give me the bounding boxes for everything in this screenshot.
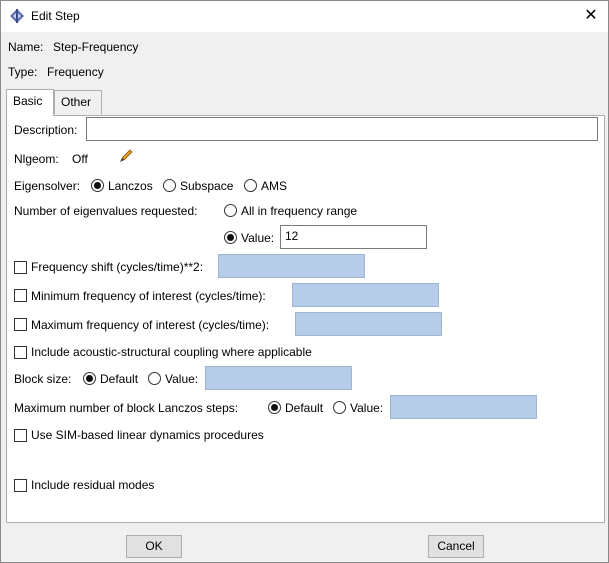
eigensolver-ams-radio[interactable] xyxy=(244,179,257,192)
max-block-steps-value-radio[interactable] xyxy=(333,401,346,414)
description-field[interactable] xyxy=(86,117,598,141)
max-freq-checkbox[interactable] xyxy=(14,318,27,331)
cancel-button[interactable]: Cancel xyxy=(428,535,484,558)
block-size-value-radio[interactable] xyxy=(148,372,161,385)
close-icon: ✕ xyxy=(584,7,598,24)
max-block-steps-field[interactable] xyxy=(390,395,537,419)
block-size-field[interactable] xyxy=(205,366,352,390)
sim-checkbox[interactable] xyxy=(14,429,27,442)
eigensolver-lanczos-radio[interactable] xyxy=(91,179,104,192)
max-block-steps-label: Maximum number of block Lanczos steps: xyxy=(14,401,239,415)
acoustic-coupling-label: Include acoustic-structural coupling whe… xyxy=(31,345,312,359)
max-block-steps-default-label: Default xyxy=(285,401,324,415)
name-label: Name: xyxy=(8,40,44,54)
type-value: Frequency xyxy=(47,65,104,79)
num-eigen-all-label: All in frequency range xyxy=(241,204,358,218)
title-bar: Edit Step ✕ xyxy=(1,1,608,32)
tab-basic-label: Basic xyxy=(13,94,43,108)
nlgeom-value: Off xyxy=(72,152,88,166)
max-freq-label: Maximum frequency of interest (cycles/ti… xyxy=(31,318,270,332)
min-freq-label: Minimum frequency of interest (cycles/ti… xyxy=(31,289,266,303)
residual-modes-checkbox[interactable] xyxy=(14,479,27,492)
eigensolver-subspace-label: Subspace xyxy=(180,179,234,193)
num-eigen-value-field[interactable]: 12 xyxy=(280,225,427,249)
tab-other-label: Other xyxy=(61,95,92,109)
tab-other[interactable]: Other xyxy=(54,90,102,114)
max-block-steps-value-label: Value: xyxy=(350,401,384,415)
window-title: Edit Step xyxy=(31,9,80,23)
close-button[interactable]: ✕ xyxy=(574,1,608,32)
pencil-icon[interactable] xyxy=(119,148,134,163)
min-freq-field[interactable] xyxy=(292,283,439,307)
sim-label: Use SIM-based linear dynamics procedures xyxy=(31,428,264,442)
num-eigen-value-label: Value: xyxy=(241,231,275,245)
max-freq-field[interactable] xyxy=(295,312,442,336)
eigensolver-label: Eigensolver: xyxy=(14,179,81,193)
block-size-label: Block size: xyxy=(14,372,72,386)
description-label: Description: xyxy=(14,123,78,137)
tab-basic[interactable]: Basic xyxy=(6,89,54,116)
eigensolver-lanczos-label: Lanczos xyxy=(108,179,153,193)
freq-shift-label: Frequency shift (cycles/time)**2: xyxy=(31,260,204,274)
block-size-default-radio[interactable] xyxy=(83,372,96,385)
eigensolver-subspace-radio[interactable] xyxy=(163,179,176,192)
type-label: Type: xyxy=(8,65,38,79)
app-icon xyxy=(10,9,24,23)
acoustic-coupling-checkbox[interactable] xyxy=(14,346,27,359)
residual-modes-label: Include residual modes xyxy=(31,478,155,492)
freq-shift-checkbox[interactable] xyxy=(14,261,27,274)
nlgeom-label: Nlgeom: xyxy=(14,152,59,166)
edit-step-dialog: Edit Step ✕ Name: Step-Frequency Type: F… xyxy=(0,0,609,563)
ok-button[interactable]: OK xyxy=(126,535,182,558)
num-eigen-value-radio[interactable] xyxy=(224,231,237,244)
eigensolver-ams-label: AMS xyxy=(261,179,288,193)
block-size-default-label: Default xyxy=(100,372,139,386)
min-freq-checkbox[interactable] xyxy=(14,289,27,302)
num-eigen-label: Number of eigenvalues requested: xyxy=(14,204,198,218)
freq-shift-field[interactable] xyxy=(218,254,365,278)
block-size-value-label: Value: xyxy=(165,372,199,386)
name-value: Step-Frequency xyxy=(53,40,139,54)
max-block-steps-default-radio[interactable] xyxy=(268,401,281,414)
num-eigen-all-radio[interactable] xyxy=(224,204,237,217)
